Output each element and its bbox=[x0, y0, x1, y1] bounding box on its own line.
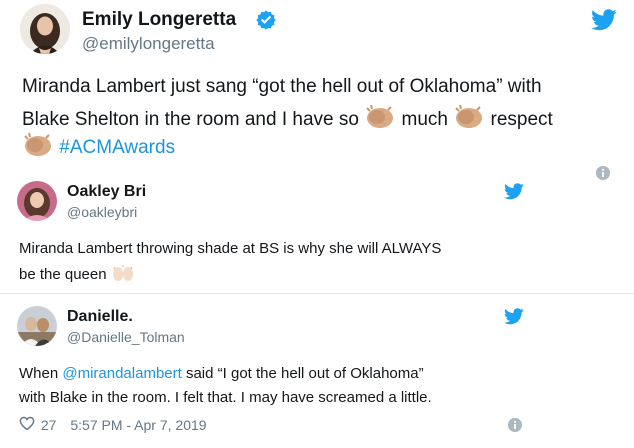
tweet-text-line-2: with Blake in the room. I felt that. I m… bbox=[19, 389, 432, 406]
user-handle[interactable]: @emilylongeretta bbox=[82, 34, 215, 54]
user-name[interactable]: Danielle. bbox=[67, 308, 133, 326]
user-handle[interactable]: @Danielle_Tolman bbox=[67, 329, 185, 345]
raising-hands-emoji bbox=[111, 264, 135, 286]
tweet-text-line-1: Miranda Lambert just sang “got the hell … bbox=[22, 76, 542, 97]
clapping-hands-emoji bbox=[22, 132, 54, 164]
tweet-text-segment: be the queen bbox=[19, 265, 107, 283]
tweet-footer: 27 5:57 PM - Apr 7, 2019 bbox=[19, 416, 207, 434]
like-count: 27 bbox=[40, 417, 57, 434]
user-handle[interactable]: @oakleybri bbox=[67, 204, 137, 220]
divider bbox=[0, 293, 634, 294]
user-name[interactable]: Emily Longeretta bbox=[82, 9, 236, 31]
heart-icon bbox=[19, 416, 35, 434]
timestamp-link[interactable]: 5:57 PM - Apr 7, 2019 bbox=[70, 417, 206, 433]
tweet-text-line-1: Miranda Lambert throwing shade at BS is … bbox=[19, 240, 442, 257]
info-icon[interactable] bbox=[508, 418, 522, 437]
twitter-bird-icon[interactable] bbox=[591, 9, 617, 31]
tweet-text-segment: said “I got the hell out of Oklahoma” bbox=[185, 365, 424, 382]
tweet-text-segment: much bbox=[401, 109, 448, 131]
tweet-text-segment: Blake Shelton in the room and I have so bbox=[22, 109, 359, 131]
verified-badge-icon bbox=[255, 9, 277, 36]
mention-link[interactable]: @mirandalambert bbox=[62, 365, 181, 382]
twitter-bird-icon[interactable] bbox=[504, 308, 524, 325]
clapping-hands-emoji bbox=[364, 104, 396, 136]
tweet-text-segment: When bbox=[19, 365, 59, 382]
tweet-text-segment: respect bbox=[490, 109, 553, 131]
hashtag-link[interactable]: #ACMAwards bbox=[59, 137, 175, 158]
twitter-bird-icon[interactable] bbox=[504, 183, 524, 200]
info-icon[interactable] bbox=[596, 166, 610, 185]
tweet-text-line-1: When @mirandalambert said “I got the hel… bbox=[19, 365, 424, 382]
tweet-text-line-2: be the queen bbox=[19, 264, 135, 286]
avatar-oakley[interactable] bbox=[17, 181, 57, 221]
like-button[interactable]: 27 bbox=[19, 416, 56, 434]
user-name[interactable]: Oakley Bri bbox=[67, 183, 146, 201]
clapping-hands-emoji bbox=[453, 104, 485, 136]
avatar-danielle[interactable] bbox=[17, 306, 57, 346]
tweet-text-line-3: #ACMAwards bbox=[22, 132, 175, 164]
avatar-emily[interactable] bbox=[20, 4, 70, 54]
